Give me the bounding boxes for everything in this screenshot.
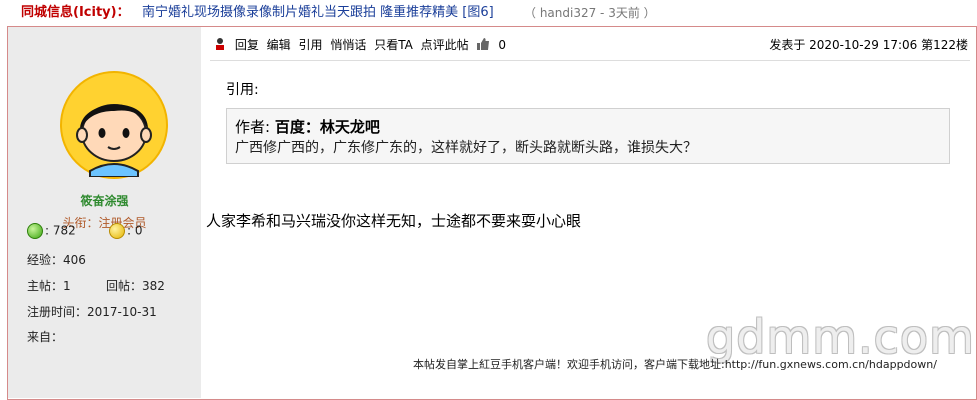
thread-header: 同城信息(Icity)： 南宁婚礼现场摄像录像制片婚礼当天跟拍 隆重推荐精美 […	[0, 0, 977, 26]
post-timestamp: 发表于 2020-10-29 17:06 第122楼	[769, 38, 968, 52]
quote-label: 引用:	[226, 82, 259, 98]
post-footer: 本帖发自掌上紅豆手机客户端！欢迎手机访问，客户端下载地址:http://fun.…	[413, 358, 937, 371]
whisper-button[interactable]: 悄悄话	[330, 38, 366, 52]
register-date: 注册时间：2017-10-31	[27, 305, 157, 319]
quote-block: 作者: 百度：林天龙吧 广西修广西的，广东修广东的，这样就好了，断头路就断头路，…	[226, 108, 950, 164]
quote-text: 广西修广西的，广东修广东的，这样就好了，断头路就断头路，谁损失大？	[235, 140, 697, 156]
cartoon-avatar-icon	[76, 104, 152, 178]
post-toolbar: 回复 编辑 引用 悄悄话 只看TA 点评此帖 0	[213, 36, 510, 53]
yellow-orb-icon	[109, 223, 125, 239]
author-sidebar: 筱奋涂强 头衔：注册会员 : 782 : 0 经验：406 主帖：1 回帖：38…	[8, 27, 201, 398]
divider	[210, 60, 970, 61]
thread-meta: （ handi327 - 3天前 ）	[524, 6, 656, 20]
reply-icon[interactable]	[213, 38, 231, 52]
quote-author-prefix: 作者:	[235, 118, 275, 136]
yellow-points-value: : 0	[127, 223, 143, 238]
only-author-button[interactable]: 只看TA	[374, 38, 413, 52]
forum-name-link[interactable]: 同城信息(Icity)：	[21, 0, 130, 26]
experience: 经验：406	[27, 253, 86, 267]
reply-button[interactable]: 回复	[235, 38, 259, 52]
thread-title-link[interactable]: 南宁婚礼现场摄像录像制片婚礼当天跟拍 隆重推荐精美 [图6]	[142, 0, 494, 26]
like-count: 0	[498, 38, 506, 52]
author-from: 来自：	[27, 330, 64, 344]
green-points: : 782	[27, 223, 76, 239]
quote-author-name: 百度：林天龙吧	[274, 118, 380, 136]
topic-count: 主帖：1	[27, 279, 71, 293]
post-body: 人家李希和马兴瑞没你这样无知，士途都不要来耍小心眼	[206, 212, 582, 230]
green-points-value: : 782	[45, 223, 76, 238]
quote-author: 作者: 百度：林天龙吧	[235, 116, 380, 137]
thumbs-up-icon[interactable]	[476, 38, 494, 52]
reply-count: 回帖：382	[106, 279, 165, 293]
avatar[interactable]	[60, 71, 168, 179]
author-name[interactable]: 筱奋涂强	[8, 192, 201, 209]
comment-button[interactable]: 点评此帖	[421, 38, 469, 52]
yellow-points: : 0	[109, 223, 143, 239]
green-orb-icon	[27, 223, 43, 239]
quote-button[interactable]: 引用	[299, 38, 323, 52]
edit-button[interactable]: 编辑	[267, 38, 291, 52]
